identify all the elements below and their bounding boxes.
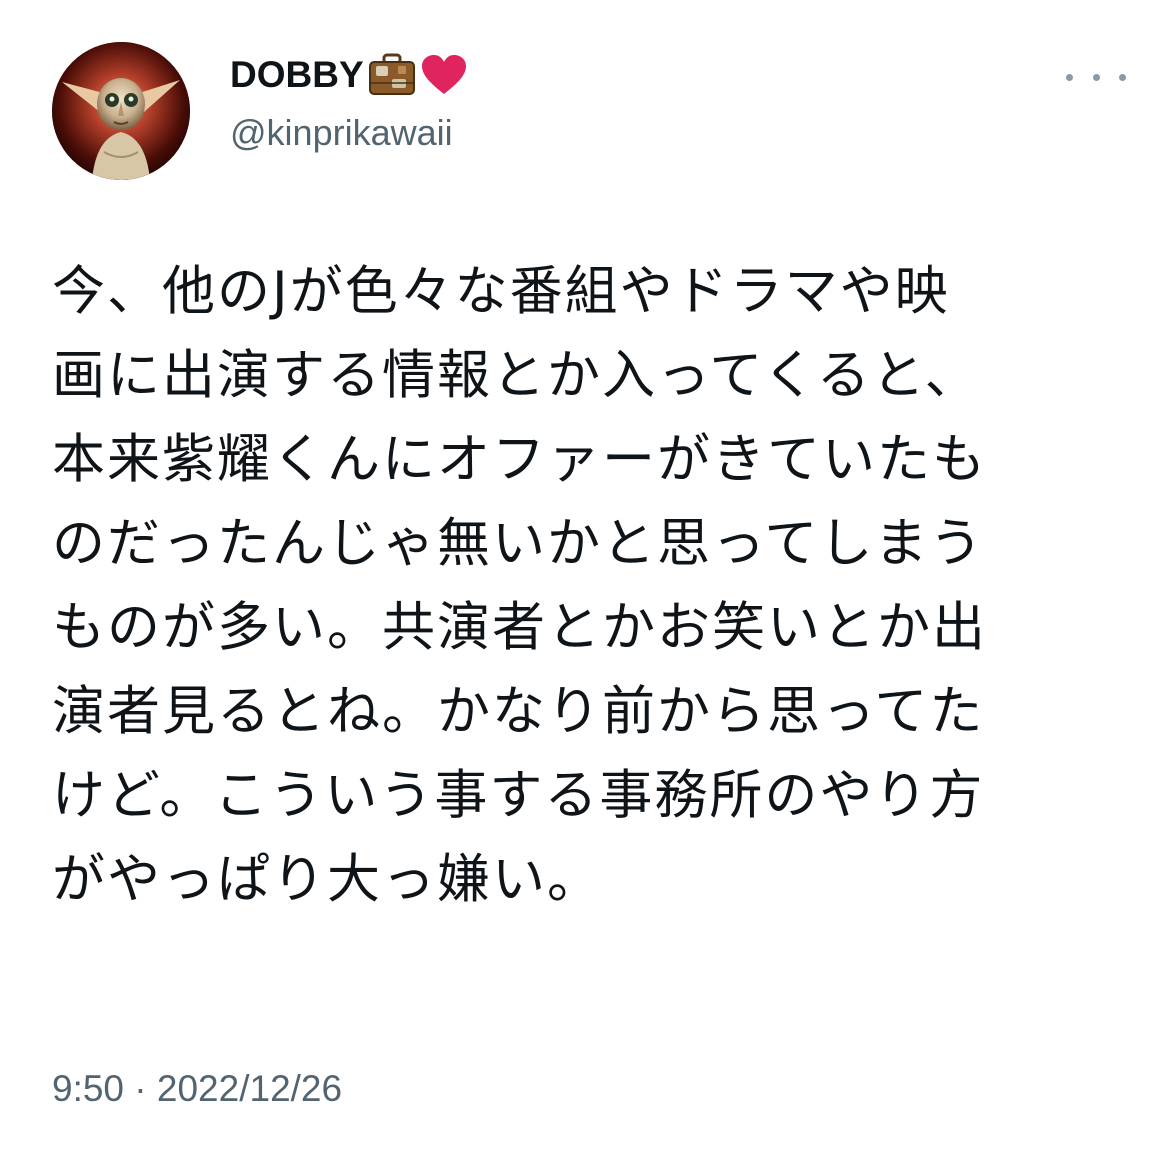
tweet-date[interactable]: 2022/12/26 bbox=[157, 1068, 342, 1109]
more-dot-icon bbox=[1119, 73, 1126, 81]
tweet-timestamp[interactable]: 9:50 · 2022/12/26 bbox=[52, 1066, 342, 1112]
tweet: DOBBY @kinprikawaii 今、他のJが色々な番組やドラマや映 画に… bbox=[0, 0, 1169, 1152]
tweet-text-line: 今、他のJが色々な番組やドラマや映 bbox=[52, 261, 950, 322]
tweet-time[interactable]: 9:50 bbox=[52, 1068, 124, 1109]
tweet-text-line: ものが多い。共演者とかお笑いとか出 bbox=[52, 597, 987, 658]
avatar-image bbox=[52, 42, 190, 180]
more-options-button[interactable] bbox=[1066, 64, 1126, 90]
tweet-text-line: けど。こういう事する事務所のやり方 bbox=[52, 765, 985, 826]
suitcase-icon bbox=[368, 53, 416, 97]
avatar[interactable] bbox=[52, 42, 190, 180]
tweet-text-line: 演者見るとね。かなり前から思ってた bbox=[52, 681, 985, 742]
display-name-row[interactable]: DOBBY bbox=[230, 52, 468, 98]
tweet-header: DOBBY @kinprikawaii bbox=[52, 42, 1132, 182]
red-heart-icon bbox=[420, 53, 468, 97]
user-info: DOBBY @kinprikawaii bbox=[230, 52, 468, 156]
tweet-text-line: 画に出演する情報とか入ってくると、 bbox=[52, 345, 980, 406]
tweet-text-line: がやっぱり大っ嫌い。 bbox=[52, 849, 602, 910]
display-name[interactable]: DOBBY bbox=[230, 52, 364, 98]
tweet-text: 今、他のJが色々な番組やドラマや映 画に出演する情報とか入ってくると、 本来紫耀… bbox=[52, 250, 1132, 922]
more-dot-icon bbox=[1092, 73, 1100, 81]
tweet-text-line: のだったんじゃ無いかと思ってしまう bbox=[52, 513, 985, 574]
more-dot-icon bbox=[1066, 73, 1073, 81]
user-handle[interactable]: @kinprikawaii bbox=[230, 110, 468, 156]
meta-separator: · bbox=[134, 1068, 147, 1109]
tweet-text-line: 本来紫耀くんにオファーがきていたも bbox=[52, 429, 987, 490]
